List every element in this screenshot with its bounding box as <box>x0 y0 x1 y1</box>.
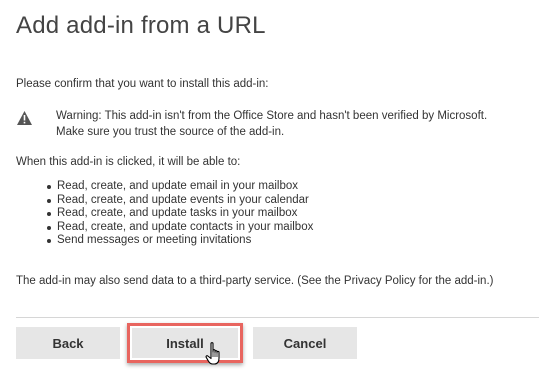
add-in-dialog: Add add-in from a URL Please confirm tha… <box>0 0 555 373</box>
bullet-icon <box>47 198 51 203</box>
permissions-list: Read, create, and update email in your m… <box>47 180 313 248</box>
permission-text: Read, create, and update events in your … <box>57 193 309 206</box>
back-button[interactable]: Back <box>16 327 120 359</box>
warning-line-1: Warning: This add-in isn't from the Offi… <box>56 110 488 122</box>
permission-text: Read, create, and update tasks in your m… <box>57 207 298 219</box>
third-party-text: The add-in may also send data to a third… <box>16 275 494 287</box>
permission-text: Read, create, and update contacts in you… <box>57 220 314 233</box>
list-item: Read, create, and update contacts in you… <box>47 221 313 235</box>
confirm-text: Please confirm that you want to install … <box>16 78 269 90</box>
list-item: Read, create, and update events in your … <box>47 194 313 208</box>
bullet-icon <box>47 225 51 230</box>
warning-text: Warning: This add-in isn't from the Offi… <box>56 108 487 140</box>
install-button[interactable]: Install <box>132 328 238 358</box>
bullet-icon <box>47 239 51 243</box>
list-item: Read, create, and update email in your m… <box>47 180 313 194</box>
bullet-icon <box>47 212 51 216</box>
list-item: Read, create, and update tasks in your m… <box>47 207 313 221</box>
warning-line-2: Make sure you trust the source of the ad… <box>56 126 285 138</box>
warning-block: Warning: This add-in isn't from the Offi… <box>16 108 536 140</box>
list-item: Send messages or meeting invitations <box>47 234 313 248</box>
when-clicked-text: When this add-in is clicked, it will be … <box>16 156 241 168</box>
warning-triangle-icon <box>17 111 32 125</box>
dialog-title: Add add-in from a URL <box>16 12 266 39</box>
bullet-icon <box>47 185 51 189</box>
cancel-button[interactable]: Cancel <box>253 327 357 359</box>
permission-text: Send messages or meeting invitations <box>57 234 252 246</box>
divider <box>16 317 539 318</box>
permission-text: Read, create, and update email in your m… <box>57 180 299 192</box>
